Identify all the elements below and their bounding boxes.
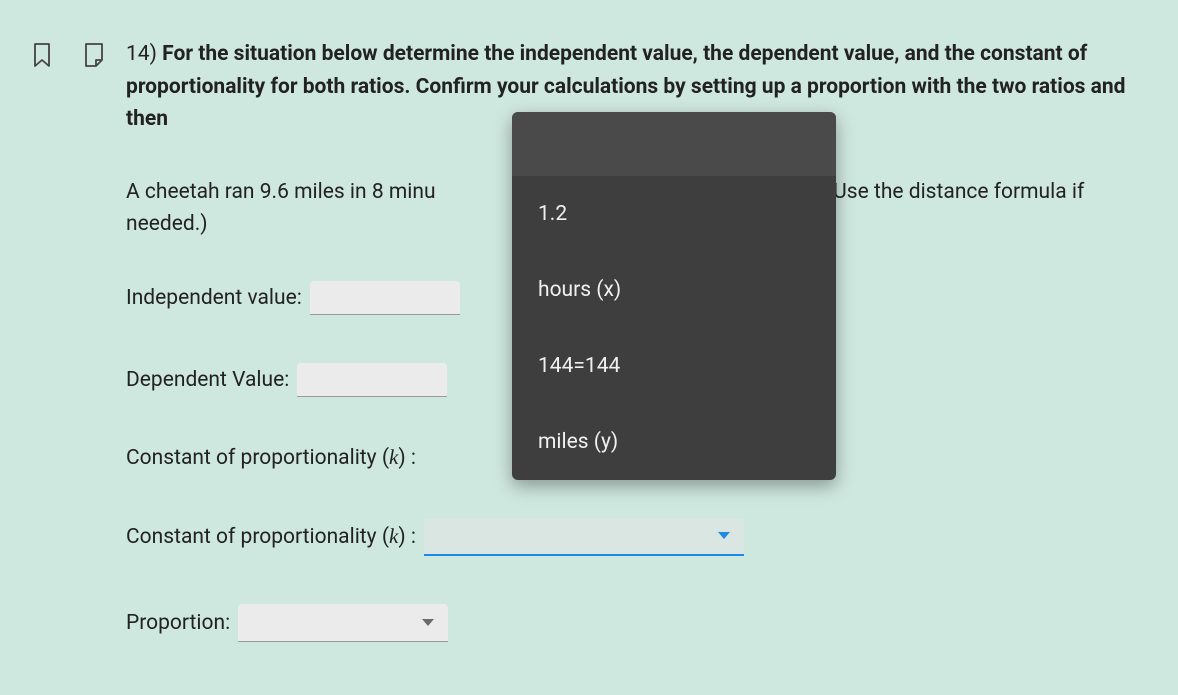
dropdown-option[interactable]: 1.2 <box>512 176 836 252</box>
k2-row: Constant of proportionality (k) : <box>126 518 1148 556</box>
k2-label: Constant of proportionality (k) : <box>126 524 416 549</box>
k1-label: Constant of proportionality (k) : <box>126 445 416 470</box>
dropdown-popup: 1.2 hours (x) 144=144 miles (y) <box>512 112 836 480</box>
proportion-select[interactable] <box>238 604 448 642</box>
question-number: 14) <box>126 42 157 66</box>
note-icon[interactable] <box>82 40 106 70</box>
dropdown-option[interactable]: miles (y) <box>512 404 836 480</box>
proportion-row: Proportion: <box>126 604 1148 642</box>
independent-label: Independent value: <box>126 286 302 310</box>
dependent-label: Dependent Value: <box>126 368 289 392</box>
body-pre: A cheetah ran 9.6 miles in 8 minu <box>126 180 436 204</box>
dropdown-header <box>512 112 836 176</box>
proportion-label: Proportion: <box>126 611 230 635</box>
bookmark-icon[interactable] <box>30 40 54 70</box>
independent-input[interactable] <box>310 281 460 315</box>
chevron-down-icon <box>422 619 434 626</box>
dropdown-option[interactable]: 144=144 <box>512 328 836 404</box>
dropdown-option[interactable]: hours (x) <box>512 252 836 328</box>
chevron-down-icon <box>718 532 730 539</box>
dependent-input[interactable] <box>297 363 447 397</box>
k2-select[interactable] <box>424 518 744 556</box>
